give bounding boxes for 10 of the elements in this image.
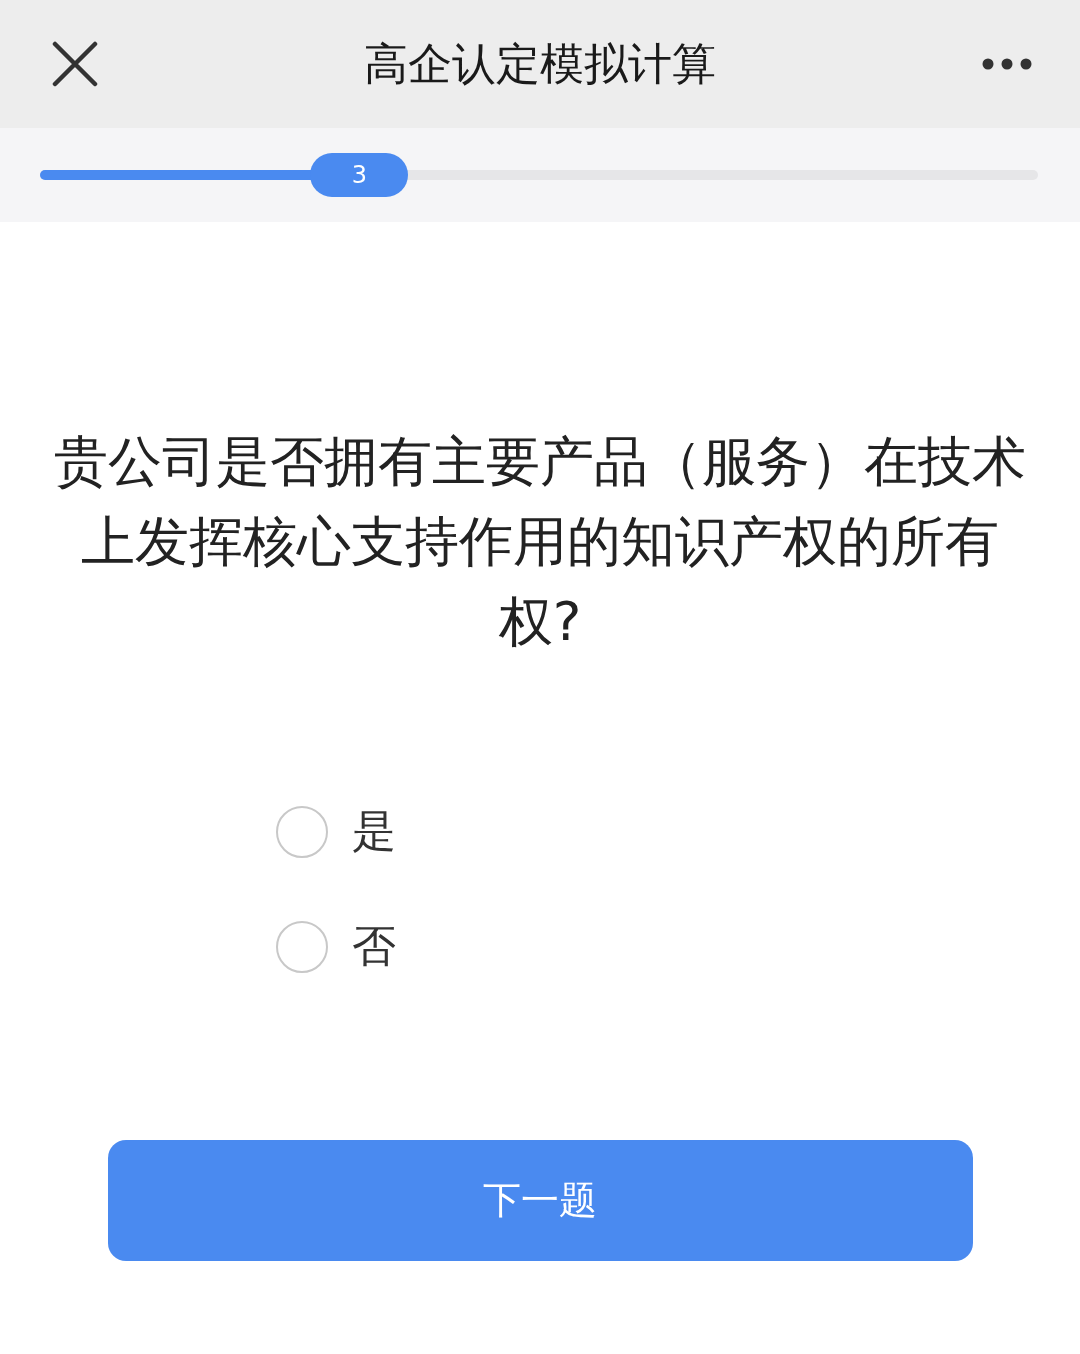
question-text: 贵公司是否拥有主要产品（服务）在技术上发挥核心支持作用的知识产权的所有权? bbox=[53, 429, 1027, 655]
radio-button[interactable] bbox=[276, 805, 328, 858]
option-label: 否 bbox=[352, 919, 396, 973]
more-icon[interactable] bbox=[982, 58, 1032, 70]
next-button[interactable]: 下一题 bbox=[107, 1140, 973, 1261]
progress-thumb: 3 bbox=[310, 153, 409, 197]
radio-button[interactable] bbox=[276, 920, 328, 973]
option-label: 是 bbox=[352, 804, 396, 858]
close-icon[interactable] bbox=[52, 41, 98, 87]
window-title: 高企认定模拟计算 bbox=[364, 36, 716, 91]
